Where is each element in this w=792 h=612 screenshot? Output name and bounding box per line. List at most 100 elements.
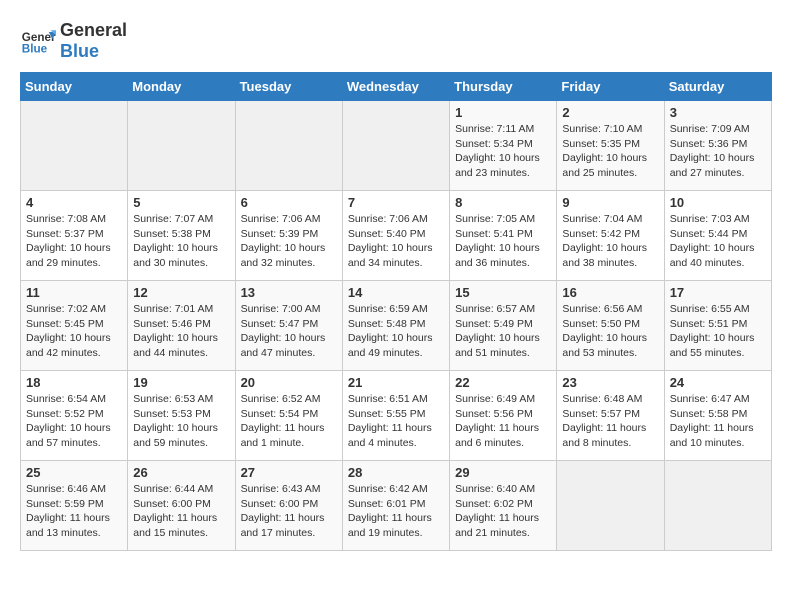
day-number: 10 — [670, 195, 766, 210]
day-info: Sunrise: 7:06 AM Sunset: 5:39 PM Dayligh… — [241, 212, 337, 271]
day-number: 15 — [455, 285, 551, 300]
calendar-day-cell: 4 Sunrise: 7:08 AM Sunset: 5:37 PM Daylig… — [21, 191, 128, 281]
day-number: 19 — [133, 375, 229, 390]
day-number: 29 — [455, 465, 551, 480]
day-number: 20 — [241, 375, 337, 390]
day-info: Sunrise: 6:44 AM Sunset: 6:00 PM Dayligh… — [133, 482, 229, 541]
calendar-day-cell: 28Sunrise: 6:42 AM Sunset: 6:01 PM Dayli… — [342, 461, 449, 551]
day-info: Sunrise: 7:05 AM Sunset: 5:41 PM Dayligh… — [455, 212, 551, 271]
day-info: Sunrise: 6:46 AM Sunset: 5:59 PM Dayligh… — [26, 482, 122, 541]
calendar-day-cell: 21 Sunrise: 6:51 AM Sunset: 5:55 PM Dayli… — [342, 371, 449, 461]
day-number: 12 — [133, 285, 229, 300]
calendar-day-cell: 27 Sunrise: 6:43 AM Sunset: 6:00 PM Dayli… — [235, 461, 342, 551]
weekday-header: Saturday — [664, 73, 771, 101]
calendar-day-cell: 9Sunrise: 7:04 AM Sunset: 5:42 PM Daylig… — [557, 191, 664, 281]
day-number: 27 — [241, 465, 337, 480]
day-info: Sunrise: 7:11 AM Sunset: 5:34 PM Dayligh… — [455, 122, 551, 181]
day-number: 25 — [26, 465, 122, 480]
day-number: 23 — [562, 375, 658, 390]
calendar-week-row: 11 Sunrise: 7:02 AM Sunset: 5:45 PM Dayli… — [21, 281, 772, 371]
calendar-day-cell: 8 Sunrise: 7:05 AM Sunset: 5:41 PM Daylig… — [450, 191, 557, 281]
calendar-day-cell — [664, 461, 771, 551]
day-number: 13 — [241, 285, 337, 300]
day-info: Sunrise: 6:55 AM Sunset: 5:51 PM Dayligh… — [670, 302, 766, 361]
calendar-day-cell: 14 Sunrise: 6:59 AM Sunset: 5:48 PM Dayli… — [342, 281, 449, 371]
calendar-day-cell — [21, 101, 128, 191]
calendar-day-cell: 16Sunrise: 6:56 AM Sunset: 5:50 PM Dayli… — [557, 281, 664, 371]
day-number: 8 — [455, 195, 551, 210]
day-number: 11 — [26, 285, 122, 300]
calendar-day-cell: 18 Sunrise: 6:54 AM Sunset: 5:52 PM Dayli… — [21, 371, 128, 461]
calendar-day-cell: 6Sunrise: 7:06 AM Sunset: 5:39 PM Daylig… — [235, 191, 342, 281]
day-number: 26 — [133, 465, 229, 480]
day-info: Sunrise: 7:09 AM Sunset: 5:36 PM Dayligh… — [670, 122, 766, 181]
day-number: 7 — [348, 195, 444, 210]
day-info: Sunrise: 6:49 AM Sunset: 5:56 PM Dayligh… — [455, 392, 551, 451]
svg-text:Blue: Blue — [22, 43, 48, 56]
calendar-day-cell: 29 Sunrise: 6:40 AM Sunset: 6:02 PM Dayli… — [450, 461, 557, 551]
logo-icon: General Blue — [20, 23, 56, 59]
day-number: 16 — [562, 285, 658, 300]
page-header: General Blue General Blue — [20, 20, 772, 62]
day-info: Sunrise: 6:54 AM Sunset: 5:52 PM Dayligh… — [26, 392, 122, 451]
day-number: 2 — [562, 105, 658, 120]
calendar-day-cell: 15 Sunrise: 6:57 AM Sunset: 5:49 PM Dayli… — [450, 281, 557, 371]
calendar-day-cell: 7 Sunrise: 7:06 AM Sunset: 5:40 PM Daylig… — [342, 191, 449, 281]
day-info: Sunrise: 6:48 AM Sunset: 5:57 PM Dayligh… — [562, 392, 658, 451]
logo: General Blue General Blue — [20, 20, 127, 62]
calendar-day-cell: 5Sunrise: 7:07 AM Sunset: 5:38 PM Daylig… — [128, 191, 235, 281]
day-number: 3 — [670, 105, 766, 120]
calendar-day-cell — [342, 101, 449, 191]
day-info: Sunrise: 7:03 AM Sunset: 5:44 PM Dayligh… — [670, 212, 766, 271]
calendar-table: SundayMondayTuesdayWednesdayThursdayFrid… — [20, 72, 772, 551]
day-info: Sunrise: 7:04 AM Sunset: 5:42 PM Dayligh… — [562, 212, 658, 271]
calendar-day-cell — [557, 461, 664, 551]
calendar-day-cell: 3 Sunrise: 7:09 AM Sunset: 5:36 PM Daylig… — [664, 101, 771, 191]
calendar-body: 1 Sunrise: 7:11 AM Sunset: 5:34 PM Daylig… — [21, 101, 772, 551]
weekday-header: Friday — [557, 73, 664, 101]
calendar-day-cell: 19 Sunrise: 6:53 AM Sunset: 5:53 PM Dayli… — [128, 371, 235, 461]
calendar-day-cell — [128, 101, 235, 191]
day-info: Sunrise: 6:43 AM Sunset: 6:00 PM Dayligh… — [241, 482, 337, 541]
day-number: 4 — [26, 195, 122, 210]
day-number: 17 — [670, 285, 766, 300]
calendar-day-cell: 25 Sunrise: 6:46 AM Sunset: 5:59 PM Dayli… — [21, 461, 128, 551]
day-number: 22 — [455, 375, 551, 390]
calendar-week-row: 1 Sunrise: 7:11 AM Sunset: 5:34 PM Daylig… — [21, 101, 772, 191]
day-info: Sunrise: 6:51 AM Sunset: 5:55 PM Dayligh… — [348, 392, 444, 451]
day-info: Sunrise: 7:08 AM Sunset: 5:37 PM Dayligh… — [26, 212, 122, 271]
logo-general: General — [60, 20, 127, 40]
day-info: Sunrise: 6:53 AM Sunset: 5:53 PM Dayligh… — [133, 392, 229, 451]
calendar-day-cell: 22 Sunrise: 6:49 AM Sunset: 5:56 PM Dayli… — [450, 371, 557, 461]
day-info: Sunrise: 7:06 AM Sunset: 5:40 PM Dayligh… — [348, 212, 444, 271]
day-info: Sunrise: 7:02 AM Sunset: 5:45 PM Dayligh… — [26, 302, 122, 361]
day-number: 21 — [348, 375, 444, 390]
weekday-header-row: SundayMondayTuesdayWednesdayThursdayFrid… — [21, 73, 772, 101]
day-number: 1 — [455, 105, 551, 120]
day-info: Sunrise: 6:59 AM Sunset: 5:48 PM Dayligh… — [348, 302, 444, 361]
day-info: Sunrise: 6:40 AM Sunset: 6:02 PM Dayligh… — [455, 482, 551, 541]
calendar-day-cell: 1 Sunrise: 7:11 AM Sunset: 5:34 PM Daylig… — [450, 101, 557, 191]
day-info: Sunrise: 7:07 AM Sunset: 5:38 PM Dayligh… — [133, 212, 229, 271]
weekday-header: Tuesday — [235, 73, 342, 101]
calendar-day-cell: 26 Sunrise: 6:44 AM Sunset: 6:00 PM Dayli… — [128, 461, 235, 551]
calendar-day-cell — [235, 101, 342, 191]
day-number: 14 — [348, 285, 444, 300]
weekday-header: Monday — [128, 73, 235, 101]
day-info: Sunrise: 6:57 AM Sunset: 5:49 PM Dayligh… — [455, 302, 551, 361]
weekday-header: Sunday — [21, 73, 128, 101]
day-number: 24 — [670, 375, 766, 390]
calendar-day-cell: 12Sunrise: 7:01 AM Sunset: 5:46 PM Dayli… — [128, 281, 235, 371]
day-info: Sunrise: 7:00 AM Sunset: 5:47 PM Dayligh… — [241, 302, 337, 361]
calendar-day-cell: 13 Sunrise: 7:00 AM Sunset: 5:47 PM Dayli… — [235, 281, 342, 371]
day-info: Sunrise: 6:52 AM Sunset: 5:54 PM Dayligh… — [241, 392, 337, 451]
calendar-day-cell: 24 Sunrise: 6:47 AM Sunset: 5:58 PM Dayli… — [664, 371, 771, 461]
calendar-day-cell: 23 Sunrise: 6:48 AM Sunset: 5:57 PM Dayli… — [557, 371, 664, 461]
calendar-day-cell: 20 Sunrise: 6:52 AM Sunset: 5:54 PM Dayli… — [235, 371, 342, 461]
day-info: Sunrise: 6:47 AM Sunset: 5:58 PM Dayligh… — [670, 392, 766, 451]
calendar-header: SundayMondayTuesdayWednesdayThursdayFrid… — [21, 73, 772, 101]
calendar-week-row: 18 Sunrise: 6:54 AM Sunset: 5:52 PM Dayli… — [21, 371, 772, 461]
weekday-header: Thursday — [450, 73, 557, 101]
day-number: 18 — [26, 375, 122, 390]
day-number: 28 — [348, 465, 444, 480]
